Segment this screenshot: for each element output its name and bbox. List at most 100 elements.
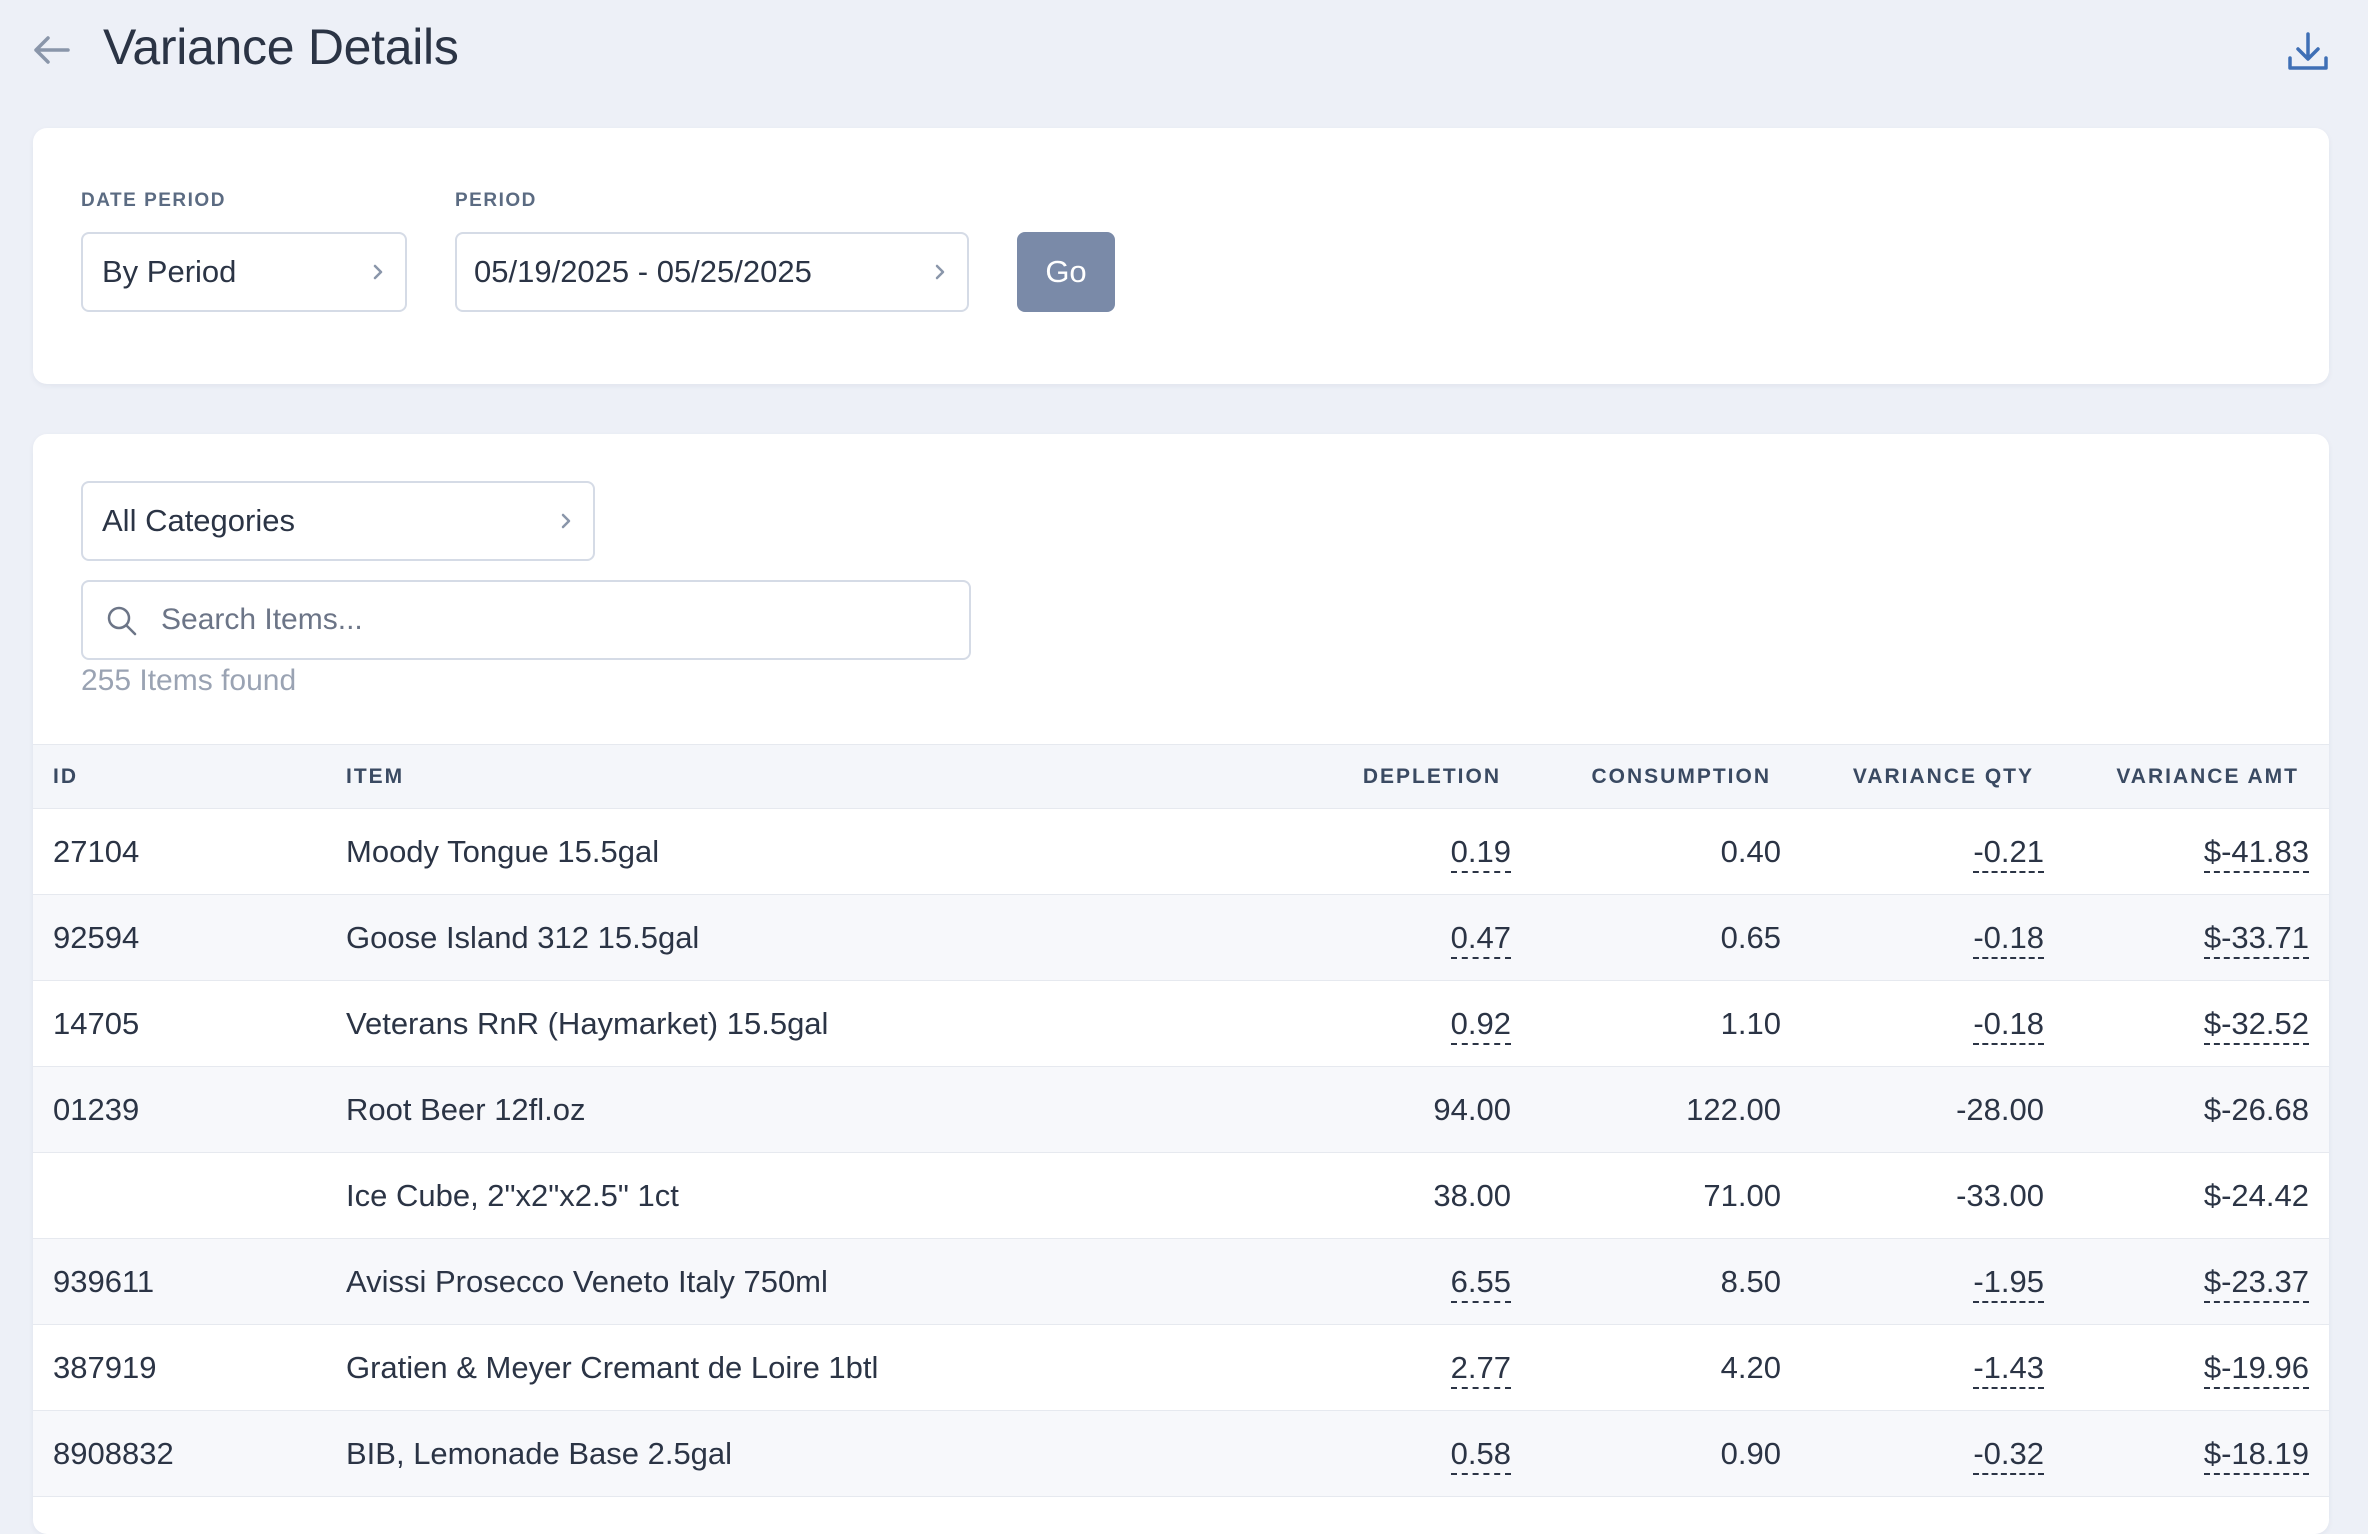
column-header-id[interactable]: ID <box>33 744 346 809</box>
period-label: PERIOD <box>455 190 537 211</box>
go-button[interactable]: Go <box>1017 232 1115 312</box>
chevron-right-icon <box>935 264 945 280</box>
cell-variance-qty: -28.00 <box>1781 1066 2044 1153</box>
column-header-variance-qty[interactable]: VARIANCE QTY <box>1781 744 2044 809</box>
cell-variance-amt-value[interactable]: $-32.52 <box>2203 1005 2309 1045</box>
cell-variance-amt[interactable]: $-32.52 <box>2044 980 2329 1067</box>
cell-depletion-value[interactable]: 0.47 <box>1450 919 1511 959</box>
cell-id-value: 01239 <box>53 1091 140 1127</box>
search-input[interactable] <box>83 603 969 637</box>
cell-item-value: Root Beer 12fl.oz <box>346 1091 586 1127</box>
table-row[interactable]: 14705 Veterans RnR (Haymarket) 15.5gal 0.9… <box>33 980 2329 1067</box>
cell-variance-qty-value[interactable]: -1.95 <box>1973 1263 2044 1303</box>
cell-item: BIB, Lemonade Base 2.5gal <box>346 1410 1312 1497</box>
cell-depletion[interactable]: 0.58 <box>1312 1410 1511 1497</box>
cell-depletion[interactable]: 2.77 <box>1312 1324 1511 1411</box>
cell-consumption: 1.10 <box>1511 980 1781 1067</box>
cell-variance-qty[interactable]: -0.32 <box>1781 1410 2044 1497</box>
column-header-item[interactable]: ITEM <box>346 744 1312 809</box>
cell-variance-qty-value[interactable]: -0.21 <box>1973 833 2044 873</box>
cell-consumption: 0.65 <box>1511 894 1781 981</box>
cell-variance-qty-value[interactable]: -0.32 <box>1973 1435 2044 1475</box>
cell-depletion: 38.00 <box>1312 1152 1511 1239</box>
cell-consumption-value: 71.00 <box>1703 1177 1781 1213</box>
cell-depletion-value[interactable]: 6.55 <box>1450 1263 1511 1303</box>
cell-item: Ice Cube, 2"x2"x2.5" 1ct <box>346 1152 1312 1239</box>
cell-id-value: 92594 <box>53 919 140 955</box>
column-header-variance-amt[interactable]: VARIANCE AMT <box>2044 744 2329 809</box>
cell-consumption: 0.40 <box>1511 808 1781 895</box>
table-row[interactable]: 92594 Goose Island 312 15.5gal 0.47 0.65 -0.… <box>33 894 2329 981</box>
cell-variance-amt-value[interactable]: $-18.19 <box>2203 1435 2309 1475</box>
cell-item: Veterans RnR (Haymarket) 15.5gal <box>346 980 1312 1067</box>
column-header-depletion[interactable]: DEPLETION <box>1312 744 1511 809</box>
period-select[interactable]: 05/19/2025 - 05/25/2025 <box>455 232 969 312</box>
cell-depletion[interactable]: 6.55 <box>1312 1238 1511 1325</box>
cell-consumption-value: 0.40 <box>1720 833 1781 869</box>
table-row[interactable]: 387919 Gratien & Meyer Cremant de Loire 1… <box>33 1324 2329 1411</box>
search-icon <box>107 606 137 636</box>
cell-item: Gratien & Meyer Cremant de Loire 1btl <box>346 1324 1312 1411</box>
cell-variance-amt-value[interactable]: $-23.37 <box>2203 1263 2309 1303</box>
date-period-label: DATE PERIOD <box>81 190 226 211</box>
cell-id: 27104 <box>33 808 346 895</box>
cell-variance-amt[interactable]: $-19.96 <box>2044 1324 2329 1411</box>
cell-variance-qty[interactable]: -1.95 <box>1781 1238 2044 1325</box>
cell-depletion[interactable]: 0.92 <box>1312 980 1511 1067</box>
cell-depletion-value[interactable]: 0.19 <box>1450 833 1511 873</box>
cell-variance-qty-value[interactable]: -0.18 <box>1973 1005 2044 1045</box>
cell-consumption-value: 0.90 <box>1720 1435 1781 1471</box>
cell-id: 939611 <box>33 1238 346 1325</box>
cell-id-value: 27104 <box>53 833 140 869</box>
period-value: 05/19/2025 - 05/25/2025 <box>474 254 812 289</box>
table-row[interactable]: 01239 Root Beer 12fl.oz 94.00 122.00 -28.00 $… <box>33 1066 2329 1153</box>
cell-variance-amt[interactable]: $-18.19 <box>2044 1410 2329 1497</box>
cell-depletion[interactable]: 0.47 <box>1312 894 1511 981</box>
cell-item-value: Veterans RnR (Haymarket) 15.5gal <box>346 1005 829 1041</box>
cell-variance-qty[interactable]: -0.18 <box>1781 980 2044 1067</box>
cell-variance-amt[interactable]: $-23.37 <box>2044 1238 2329 1325</box>
cell-consumption: 122.00 <box>1511 1066 1781 1153</box>
period-filter-card: DATE PERIOD By Period PERIOD 05/19/2025 … <box>33 128 2329 384</box>
cell-id-value: 8908832 <box>53 1435 174 1471</box>
cell-variance-amt[interactable]: $-41.83 <box>2044 808 2329 895</box>
cell-variance-amt-value[interactable]: $-41.83 <box>2203 833 2309 873</box>
cell-variance-qty[interactable]: -0.18 <box>1781 894 2044 981</box>
cell-variance-amt[interactable]: $-33.71 <box>2044 894 2329 981</box>
top-bar: Variance Details <box>0 0 2368 100</box>
download-button[interactable] <box>2284 28 2332 76</box>
table-header-row: ID ITEM DEPLETION CONSUMPTION VARIANCE Q… <box>33 744 2329 809</box>
cell-variance-amt: $-24.42 <box>2044 1152 2329 1239</box>
category-select[interactable]: All Categories <box>81 481 595 561</box>
cell-variance-amt-value: $-26.68 <box>2203 1091 2309 1127</box>
cell-consumption-value: 1.10 <box>1720 1005 1781 1041</box>
table-row[interactable]: 8908832 BIB, Lemonade Base 2.5gal 0.58 0.90… <box>33 1410 2329 1497</box>
cell-variance-qty-value: -28.00 <box>1956 1091 2044 1127</box>
cell-variance-qty[interactable]: -0.21 <box>1781 808 2044 895</box>
date-period-select[interactable]: By Period <box>81 232 407 312</box>
cell-id: 387919 <box>33 1324 346 1411</box>
column-header-consumption[interactable]: CONSUMPTION <box>1511 744 1781 809</box>
table-row[interactable]: Ice Cube, 2"x2"x2.5" 1ct 38.00 71.00 -33.00… <box>33 1152 2329 1239</box>
cell-id: 92594 <box>33 894 346 981</box>
cell-id: 14705 <box>33 980 346 1067</box>
cell-depletion-value[interactable]: 0.92 <box>1450 1005 1511 1045</box>
search-field[interactable] <box>81 580 971 660</box>
cell-item-value: BIB, Lemonade Base 2.5gal <box>346 1435 733 1471</box>
cell-consumption-value: 8.50 <box>1720 1263 1781 1299</box>
cell-variance-qty[interactable]: -1.43 <box>1781 1324 2044 1411</box>
cell-depletion-value[interactable]: 2.77 <box>1450 1349 1511 1389</box>
cell-id-value: 939611 <box>53 1263 155 1299</box>
cell-depletion-value[interactable]: 0.58 <box>1450 1435 1511 1475</box>
cell-depletion[interactable]: 0.19 <box>1312 808 1511 895</box>
back-button[interactable] <box>28 26 76 74</box>
table-row[interactable]: 27104 Moody Tongue 15.5gal 0.19 0.40 -0.21 $-… <box>33 808 2329 895</box>
cell-variance-amt-value[interactable]: $-19.96 <box>2203 1349 2309 1389</box>
cell-consumption: 8.50 <box>1511 1238 1781 1325</box>
cell-variance-qty-value[interactable]: -0.18 <box>1973 919 2044 959</box>
cell-item-value: Gratien & Meyer Cremant de Loire 1btl <box>346 1349 879 1385</box>
cell-depletion-value: 38.00 <box>1433 1177 1511 1213</box>
table-row[interactable]: 939611 Avissi Prosecco Veneto Italy 750ml… <box>33 1238 2329 1325</box>
cell-variance-amt-value[interactable]: $-33.71 <box>2203 919 2309 959</box>
cell-variance-qty-value[interactable]: -1.43 <box>1973 1349 2044 1389</box>
